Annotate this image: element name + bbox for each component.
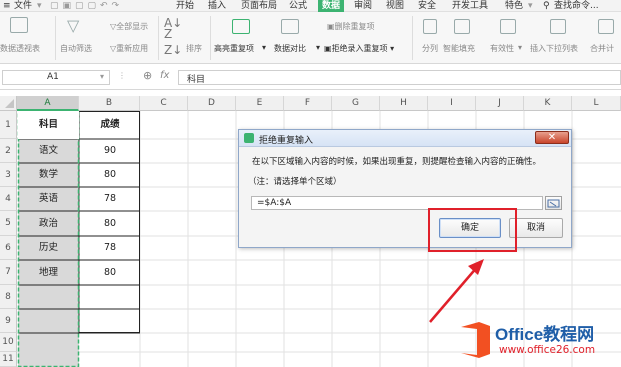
office26-watermark: Office教程网 www.office26.com: [451, 318, 621, 367]
annotation-arrow-icon: [429, 259, 484, 323]
office-logo-icon: [461, 322, 490, 358]
watermark-url: www.office26.com: [499, 344, 596, 356]
watermark-brand: Office教程网: [495, 325, 595, 344]
